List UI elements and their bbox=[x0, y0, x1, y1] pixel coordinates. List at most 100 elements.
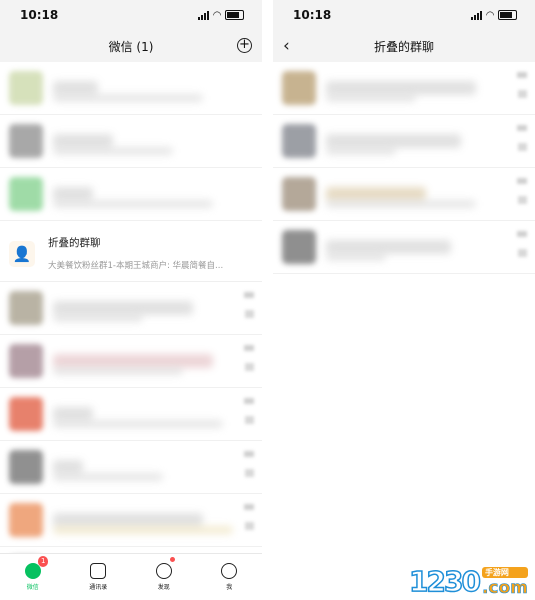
mute-icon bbox=[518, 196, 527, 204]
blurred-name bbox=[326, 134, 461, 148]
chat-list: 👤 折叠的群聊 大美餐饮粉丝群1-本期王城商户: 华晨简餐自... bbox=[0, 62, 262, 600]
watermark-tag: 手游网 bbox=[481, 567, 528, 578]
blurred-preview bbox=[53, 94, 203, 102]
chat-row[interactable] bbox=[0, 441, 262, 494]
chat-row[interactable] bbox=[0, 335, 262, 388]
watermark-main: 1230 bbox=[408, 564, 481, 599]
avatar bbox=[9, 177, 43, 211]
chat-row[interactable] bbox=[0, 282, 262, 335]
nav-bar: 微信 (1) + bbox=[0, 30, 262, 62]
battery-icon bbox=[498, 10, 517, 20]
blurred-name bbox=[53, 407, 93, 421]
blurred-name bbox=[53, 460, 83, 474]
group-row[interactable] bbox=[273, 115, 535, 168]
unread-badge: 1 bbox=[38, 556, 49, 567]
folded-groups-screen: 10:18 ◠ ‹ 折叠的群聊 bbox=[273, 0, 535, 600]
group-row[interactable] bbox=[273, 221, 535, 274]
blurred-time bbox=[244, 504, 254, 510]
blurred-preview bbox=[53, 473, 163, 481]
folded-group-title: 折叠的群聊 bbox=[48, 237, 101, 249]
avatar bbox=[282, 177, 316, 211]
avatar bbox=[9, 291, 43, 325]
mute-icon bbox=[245, 522, 254, 530]
status-time: 10:18 bbox=[20, 8, 59, 22]
header: 10:18 ◠ ‹ 折叠的群聊 bbox=[273, 0, 535, 62]
mute-icon bbox=[518, 249, 527, 257]
blurred-preview bbox=[326, 147, 396, 155]
contacts-icon bbox=[90, 563, 107, 579]
avatar bbox=[282, 124, 316, 158]
avatar bbox=[9, 450, 43, 484]
blurred-preview bbox=[53, 147, 173, 155]
chat-row[interactable] bbox=[0, 168, 262, 221]
blurred-name bbox=[53, 187, 93, 201]
status-time: 10:18 bbox=[293, 8, 332, 22]
avatar bbox=[9, 397, 43, 431]
signal-icon bbox=[471, 10, 483, 20]
tab-discover[interactable]: 发现 bbox=[131, 554, 197, 600]
tab-label: 通讯录 bbox=[89, 584, 108, 591]
blurred-time bbox=[244, 451, 254, 457]
avatar bbox=[9, 344, 43, 378]
blurred-preview bbox=[53, 367, 183, 375]
chat-list-screen: 10:18 ◠ 微信 (1) + 👤 折叠的群聊 大美餐饮粉丝群1-本期王城商户… bbox=[0, 0, 262, 600]
bottom-tab-bar: 1 微信 通讯录 发现 我 bbox=[0, 553, 262, 600]
nav-bar: ‹ 折叠的群聊 bbox=[273, 30, 535, 62]
tab-label: 发现 bbox=[157, 584, 170, 591]
status-bar: 10:18 ◠ bbox=[273, 0, 535, 30]
signal-icon bbox=[198, 10, 210, 20]
blurred-name bbox=[53, 301, 193, 315]
wifi-icon: ◠ bbox=[486, 9, 494, 21]
blurred-time bbox=[517, 178, 527, 184]
blurred-name bbox=[53, 354, 213, 368]
blurred-time bbox=[244, 292, 254, 298]
folded-group-icon: 👤 bbox=[9, 241, 35, 267]
chat-row[interactable] bbox=[0, 388, 262, 441]
mute-icon bbox=[518, 143, 527, 151]
group-row[interactable] bbox=[273, 168, 535, 221]
blurred-time bbox=[244, 398, 254, 404]
blurred-time bbox=[517, 231, 527, 237]
wifi-icon: ◠ bbox=[213, 9, 221, 21]
person-icon bbox=[221, 563, 238, 579]
mute-icon bbox=[245, 469, 254, 477]
add-icon[interactable]: + bbox=[237, 38, 252, 53]
chat-row[interactable] bbox=[0, 62, 262, 115]
tab-chats[interactable]: 1 微信 bbox=[0, 554, 66, 600]
mute-icon bbox=[245, 310, 254, 318]
system-icons: ◠ bbox=[471, 10, 517, 21]
chat-row[interactable] bbox=[0, 115, 262, 168]
blurred-name bbox=[326, 81, 476, 95]
notification-dot bbox=[170, 557, 175, 562]
blurred-preview bbox=[53, 526, 233, 534]
blurred-time bbox=[517, 72, 527, 78]
blurred-name bbox=[326, 187, 426, 201]
mute-icon bbox=[518, 90, 527, 98]
divider bbox=[262, 0, 273, 600]
mute-icon bbox=[245, 416, 254, 424]
folded-group-list bbox=[273, 62, 535, 274]
avatar bbox=[9, 71, 43, 105]
back-arrow-icon[interactable]: ‹ bbox=[283, 36, 290, 56]
blurred-name bbox=[326, 240, 451, 254]
blurred-preview bbox=[53, 200, 213, 208]
mute-icon bbox=[245, 363, 254, 371]
status-bar: 10:18 ◠ bbox=[0, 0, 262, 30]
system-icons: ◠ bbox=[198, 10, 244, 21]
folded-group-preview: 大美餐饮粉丝群1-本期王城商户: 华晨简餐自... bbox=[48, 261, 224, 271]
blurred-time bbox=[244, 345, 254, 351]
page-title: 微信 (1) bbox=[108, 39, 154, 54]
page-title: 折叠的群聊 bbox=[373, 39, 434, 54]
avatar bbox=[9, 124, 43, 158]
compass-icon bbox=[155, 563, 172, 579]
group-row[interactable] bbox=[273, 62, 535, 115]
tab-me[interactable]: 我 bbox=[197, 554, 263, 600]
tab-contacts[interactable]: 通讯录 bbox=[66, 554, 132, 600]
tab-label: 我 bbox=[226, 584, 233, 591]
watermark-side: 手游网 .com bbox=[482, 567, 528, 598]
avatar bbox=[9, 503, 43, 537]
watermark-domain: .com bbox=[481, 578, 529, 599]
blurred-preview bbox=[53, 314, 143, 322]
folded-group-row[interactable]: 👤 折叠的群聊 大美餐饮粉丝群1-本期王城商户: 华晨简餐自... bbox=[0, 221, 262, 282]
chat-row[interactable] bbox=[0, 494, 262, 547]
